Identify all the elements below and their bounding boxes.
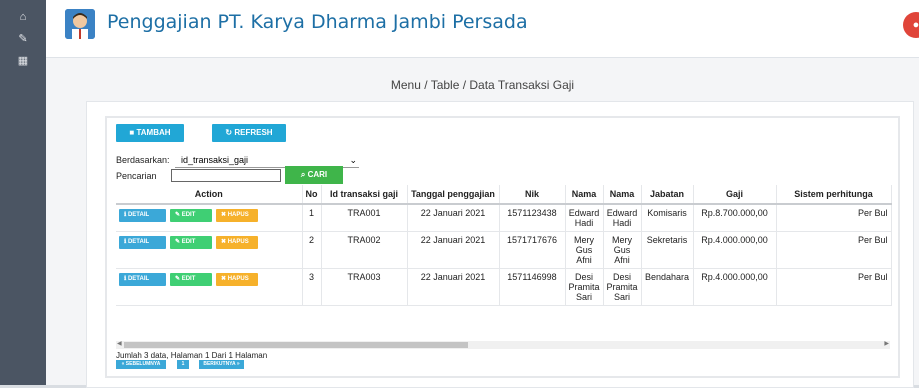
refresh-button[interactable]: ↻ REFRESH	[212, 124, 286, 142]
edit-button[interactable]: ✎ EDIT	[170, 273, 212, 286]
cell-no: 2	[302, 231, 322, 269]
col-header: Gaji	[693, 185, 777, 205]
table-row: ℹ DETAIL ✎ EDIT ✖ HAPUS 3 TRA003 22 Januar…	[116, 268, 892, 306]
cell-tanggal: 22 Januari 2021	[407, 268, 500, 306]
data-table: Action No Id transaksi gaji Tanggal peng…	[116, 185, 892, 306]
search-label: Pencarian	[116, 171, 157, 181]
edit-button[interactable]: ✎ EDIT	[170, 209, 212, 222]
chevron-down-icon: ⌄	[349, 155, 357, 165]
cell-jabatan: Sekretaris	[641, 231, 694, 269]
cell-jabatan: Bendahara	[641, 268, 694, 306]
cell-id: TRA002	[321, 231, 408, 269]
cell-nama: Mery Gus Afni	[565, 231, 604, 269]
cell-nama: Desi Pramita Sari	[565, 268, 604, 306]
user-icon[interactable]: ●	[903, 12, 919, 38]
horizontal-scrollbar[interactable]: ◀ ▶	[116, 341, 890, 349]
cell-sistem: Per Bul	[776, 268, 892, 306]
cell-nik: 1571123438	[499, 204, 566, 232]
delete-button[interactable]: ✖ HAPUS	[216, 273, 258, 286]
cell-nama: Edward Hadi	[565, 204, 604, 232]
cell-gaji: Rp.8.700.000,00	[693, 204, 777, 232]
search-icon: ⌕	[300, 170, 308, 179]
action-cell: ℹ DETAIL ✎ EDIT ✖ HAPUS	[116, 231, 303, 269]
detail-label: DETAIL	[127, 212, 150, 218]
delete-label: HAPUS	[227, 212, 249, 218]
cell-nik: 1571717676	[499, 231, 566, 269]
col-header: Sistem perhitunga	[776, 185, 892, 205]
col-header: Nama	[603, 185, 642, 205]
pagination-summary: Jumlah 3 data, Halaman 1 Dari 1 Halaman	[116, 351, 268, 360]
add-button[interactable]: ■ TAMBAH	[116, 124, 184, 142]
scroll-left-icon[interactable]: ◀	[117, 340, 122, 347]
cell-no: 1	[302, 204, 322, 232]
search-button-label: CARI	[307, 170, 328, 179]
col-header: No	[302, 185, 322, 205]
data-panel: ■ TAMBAH ↻ REFRESH Berdasarkan: id_trans…	[86, 101, 914, 388]
refresh-button-label: REFRESH	[234, 128, 273, 137]
app-title: Penggajian PT. Karya Dharma Jambi Persad…	[107, 11, 528, 33]
add-button-label: TAMBAH	[136, 128, 171, 137]
topbar: Penggajian PT. Karya Dharma Jambi Persad…	[46, 0, 919, 58]
cell-sistem: Per Bul	[776, 231, 892, 269]
detail-button[interactable]: ℹ DETAIL	[119, 209, 166, 222]
cell-id: TRA003	[321, 268, 408, 306]
cell-jabatan: Komisaris	[641, 204, 694, 232]
cell-nik: 1571146998	[499, 268, 566, 306]
page-1-button[interactable]: 1	[177, 360, 189, 369]
prev-page-button[interactable]: « SEBELUMNYA	[116, 360, 166, 369]
cell-id: TRA001	[321, 204, 408, 232]
cell-gaji: Rp.4.000.000,00	[693, 268, 777, 306]
table-card: ■ TAMBAH ↻ REFRESH Berdasarkan: id_trans…	[105, 116, 900, 378]
edit-label: EDIT	[181, 239, 196, 245]
sidebar: ⌂ ✎ ▦	[0, 0, 46, 385]
filter-by-label: Berdasarkan:	[116, 155, 170, 165]
col-header: Nama	[565, 185, 604, 205]
action-cell: ℹ DETAIL ✎ EDIT ✖ HAPUS	[116, 204, 303, 232]
table-row: ℹ DETAIL ✎ EDIT ✖ HAPUS 1 TRA001 22 Januar…	[116, 204, 892, 232]
table-header-row: Action No Id transaksi gaji Tanggal peng…	[116, 185, 892, 205]
home-icon[interactable]: ⌂	[10, 9, 36, 25]
filter-select-value: id_transaksi_gaji	[181, 155, 249, 165]
edit-button[interactable]: ✎ EDIT	[170, 236, 212, 249]
avatar-icon	[65, 9, 95, 39]
main-content: Menu / Table / Data Transaksi Gaji ■ TAM…	[46, 58, 919, 388]
cell-nama: Desi Pramita Sari	[603, 268, 642, 306]
detail-button[interactable]: ℹ DETAIL	[119, 273, 166, 286]
avatar	[65, 9, 95, 39]
scroll-right-icon[interactable]: ▶	[884, 340, 889, 347]
col-header: Id transaksi gaji	[321, 185, 408, 205]
cell-sistem: Per Bul	[776, 204, 892, 232]
next-page-button[interactable]: BERIKUTNYA »	[199, 360, 244, 369]
breadcrumb: Menu / Table / Data Transaksi Gaji	[390, 78, 575, 92]
cell-tanggal: 22 Januari 2021	[407, 204, 500, 232]
scroll-thumb[interactable]	[124, 342, 468, 348]
edit-icon[interactable]: ✎	[10, 31, 36, 47]
edit-label: EDIT	[181, 212, 196, 218]
delete-label: HAPUS	[227, 276, 249, 282]
detail-label: DETAIL	[127, 276, 150, 282]
cell-tanggal: 22 Januari 2021	[407, 231, 500, 269]
delete-label: HAPUS	[227, 239, 249, 245]
calendar-icon[interactable]: ▦	[10, 53, 36, 69]
search-input[interactable]	[171, 169, 281, 182]
col-header: Jabatan	[641, 185, 694, 205]
col-header: Action	[116, 185, 303, 205]
edit-label: EDIT	[181, 276, 196, 282]
delete-button[interactable]: ✖ HAPUS	[216, 209, 258, 222]
refresh-icon: ↻	[225, 128, 235, 137]
col-header: Tanggal penggajian	[407, 185, 500, 205]
detail-label: DETAIL	[127, 239, 150, 245]
cell-no: 3	[302, 268, 322, 306]
col-header: Nik	[499, 185, 566, 205]
delete-button[interactable]: ✖ HAPUS	[216, 236, 258, 249]
search-button[interactable]: ⌕ CARI	[285, 166, 343, 184]
cell-nama: Edward Hadi	[603, 204, 642, 232]
action-cell: ℹ DETAIL ✎ EDIT ✖ HAPUS	[116, 268, 303, 306]
cell-nama: Mery Gus Afni	[603, 231, 642, 269]
detail-button[interactable]: ℹ DETAIL	[119, 236, 166, 249]
table-row: ℹ DETAIL ✎ EDIT ✖ HAPUS 2 TRA002 22 Januar…	[116, 231, 892, 269]
cell-gaji: Rp.4.000.000,00	[693, 231, 777, 269]
